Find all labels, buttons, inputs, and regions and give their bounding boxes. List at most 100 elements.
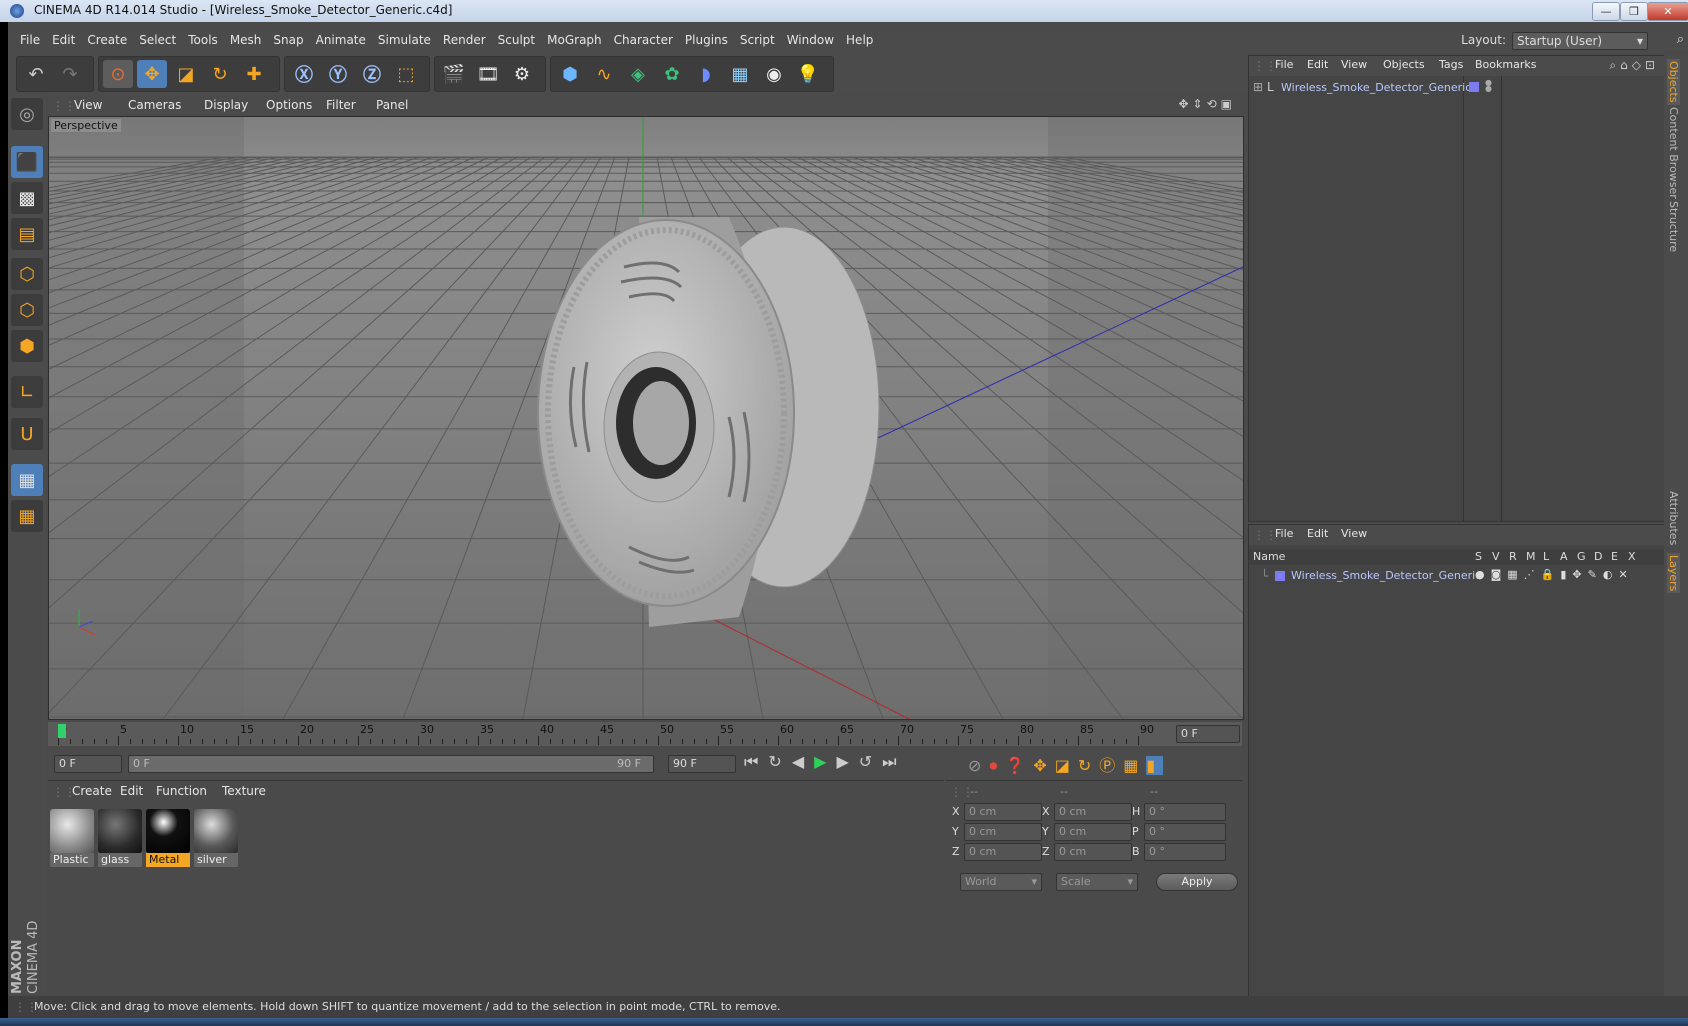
menu-file[interactable]: File [14, 29, 46, 51]
material-silver[interactable]: silver [194, 809, 238, 867]
cube-icon[interactable]: ⬢ [555, 60, 585, 88]
record-icon[interactable]: ⏺ [989, 756, 1005, 775]
timeline-ruler[interactable]: 051015202530354045505560657075808590 0 F [48, 722, 1242, 746]
material-menu-function[interactable]: Function [150, 781, 213, 801]
go-to-start-icon[interactable]: ⏮ [744, 752, 768, 771]
material-menu-edit[interactable]: Edit [114, 781, 149, 801]
material-glass[interactable]: glass [98, 809, 142, 867]
render-picture-viewer-icon[interactable]: 🎞 [473, 60, 503, 88]
rotate-icon[interactable]: ↻ [205, 60, 235, 88]
flag-header-l[interactable]: L [1543, 550, 1549, 563]
spline-icon[interactable]: ∿ [589, 60, 619, 88]
frame-range-slider[interactable]: 0 F 90 F [128, 755, 654, 773]
menu-animate[interactable]: Animate [310, 29, 372, 51]
flag-header-g[interactable]: G [1577, 550, 1586, 563]
objects-menu-view[interactable]: View [1335, 55, 1373, 75]
search-icon[interactable]: ⌕ [1677, 32, 1684, 47]
timeline-icon[interactable]: ▮ [1146, 756, 1164, 775]
redo-icon[interactable]: ↷ [55, 60, 85, 88]
layers-menu-edit[interactable]: Edit [1301, 524, 1334, 544]
size-z-field[interactable]: 0 cm [1054, 843, 1132, 861]
start-frame-field[interactable]: 0 F [54, 755, 122, 773]
menu-create[interactable]: Create [81, 29, 133, 51]
expand-icon[interactable]: ⊞ [1253, 80, 1263, 94]
material-menu-create[interactable]: Create [66, 781, 118, 801]
loop-icon[interactable]: ↻ [768, 752, 791, 771]
snap-magnet-icon[interactable]: U [11, 418, 43, 450]
live-selection-icon[interactable]: ⊙ [103, 60, 133, 88]
add-icon[interactable]: ✚ [239, 60, 269, 88]
menu-tools[interactable]: Tools [182, 29, 224, 51]
y-axis-icon[interactable]: Ⓨ [323, 60, 353, 88]
auto-key-icon[interactable]: ❓ [1005, 756, 1033, 775]
menu-mesh[interactable]: Mesh [224, 29, 268, 51]
smoke-detector-model[interactable] [537, 217, 880, 627]
flag-header-x[interactable]: X [1628, 550, 1636, 563]
array-icon[interactable]: ✿ [657, 60, 687, 88]
tab-objects[interactable]: Objects [1667, 59, 1680, 105]
points-mode-icon[interactable]: ⬡ [11, 258, 43, 290]
menu-sculpt[interactable]: Sculpt [492, 29, 541, 51]
move-icon[interactable]: ✥ [137, 60, 167, 88]
scale-dropdown[interactable]: Scale ▾ [1056, 873, 1138, 891]
rotation-h-field[interactable]: 0 ° [1144, 803, 1226, 821]
tab-structure[interactable]: Structure [1667, 201, 1680, 252]
flag-header-m[interactable]: M [1526, 550, 1536, 563]
menu-edit[interactable]: Edit [46, 29, 81, 51]
name-column-header[interactable]: Name [1253, 550, 1285, 563]
key-point-level-icon[interactable]: ▦ [1123, 756, 1146, 775]
viewport-nav-icons[interactable]: ✥⇕⟲▣ [1178, 97, 1236, 111]
flag-header-e[interactable]: E [1611, 550, 1618, 563]
go-to-end-icon[interactable]: ⏭ [882, 752, 906, 771]
menu-mograph[interactable]: MoGraph [541, 29, 608, 51]
key-rotation-icon[interactable]: ↻ [1078, 756, 1099, 775]
viewport-menu-view[interactable]: View [68, 95, 108, 115]
size-x-field[interactable]: 0 cm [1054, 803, 1132, 821]
material-menu-texture[interactable]: Texture [216, 781, 272, 801]
scale-icon[interactable]: ◪ [171, 60, 201, 88]
object-row[interactable]: ⊞ L Wireless_Smoke_Detector_Generic [1253, 80, 1471, 96]
model-mode-icon[interactable]: ⬛ [11, 146, 43, 178]
x-axis-icon[interactable]: Ⓧ [289, 60, 319, 88]
viewport-menu-options[interactable]: Options [260, 95, 318, 115]
visibility-dots-icon[interactable]: ● ● [1485, 79, 1492, 93]
record-off-icon[interactable]: ⊘ [968, 756, 989, 775]
world-dropdown[interactable]: World ▾ [960, 873, 1042, 891]
material-plastic[interactable]: Plastic [50, 809, 94, 867]
close-button[interactable]: ✕ [1647, 2, 1688, 21]
viewport-menu-panel[interactable]: Panel [370, 95, 414, 115]
layer-flag-icons[interactable]: ●◙▦⋰🔒▮✥✎◐✕ [1475, 568, 1634, 581]
objects-menu-tags[interactable]: Tags [1433, 55, 1469, 75]
viewport-perspective[interactable]: Perspective [48, 116, 1244, 720]
end-frame-field[interactable]: 90 F [668, 755, 736, 773]
menu-script[interactable]: Script [734, 29, 781, 51]
play-icon[interactable]: ▶ [814, 752, 836, 771]
render-view-icon[interactable]: 🎬 [439, 60, 469, 88]
workplane-mode-icon[interactable]: ▤ [11, 218, 43, 250]
layer-color-swatch[interactable] [1275, 571, 1285, 581]
menu-simulate[interactable]: Simulate [372, 29, 437, 51]
current-frame-field[interactable]: 0 F [1176, 725, 1240, 743]
viewport-menu-filter[interactable]: Filter [320, 95, 362, 115]
menu-plugins[interactable]: Plugins [679, 29, 734, 51]
layer-row[interactable]: └ Wireless_Smoke_Detector_Generic ●◙▦⋰🔒▮… [1249, 567, 1665, 585]
next-frame-icon[interactable]: ▶ [836, 752, 858, 771]
viewport-menu-cameras[interactable]: Cameras [122, 95, 187, 115]
restore-button[interactable]: ❐ [1620, 2, 1648, 21]
nurbs-icon[interactable]: ◈ [623, 60, 653, 88]
position-z-field[interactable]: 0 cm [964, 843, 1042, 861]
layers-menu-file[interactable]: File [1269, 524, 1299, 544]
menu-window[interactable]: Window [781, 29, 840, 51]
menu-character[interactable]: Character [608, 29, 679, 51]
key-parameter-icon[interactable]: Ⓟ [1099, 756, 1123, 775]
previous-frame-icon[interactable]: ◀ [792, 752, 814, 771]
key-scale-icon[interactable]: ◪ [1055, 756, 1078, 775]
apply-button[interactable]: Apply [1156, 873, 1238, 891]
texture-mode-icon[interactable]: ▩ [11, 182, 43, 214]
menu-select[interactable]: Select [133, 29, 182, 51]
z-axis-icon[interactable]: Ⓩ [357, 60, 387, 88]
undo-icon[interactable]: ↶ [21, 60, 51, 88]
playhead[interactable] [58, 724, 66, 738]
axis-mode-icon[interactable]: ∟ [11, 376, 43, 408]
deformer-icon[interactable]: ◗ [691, 60, 721, 88]
